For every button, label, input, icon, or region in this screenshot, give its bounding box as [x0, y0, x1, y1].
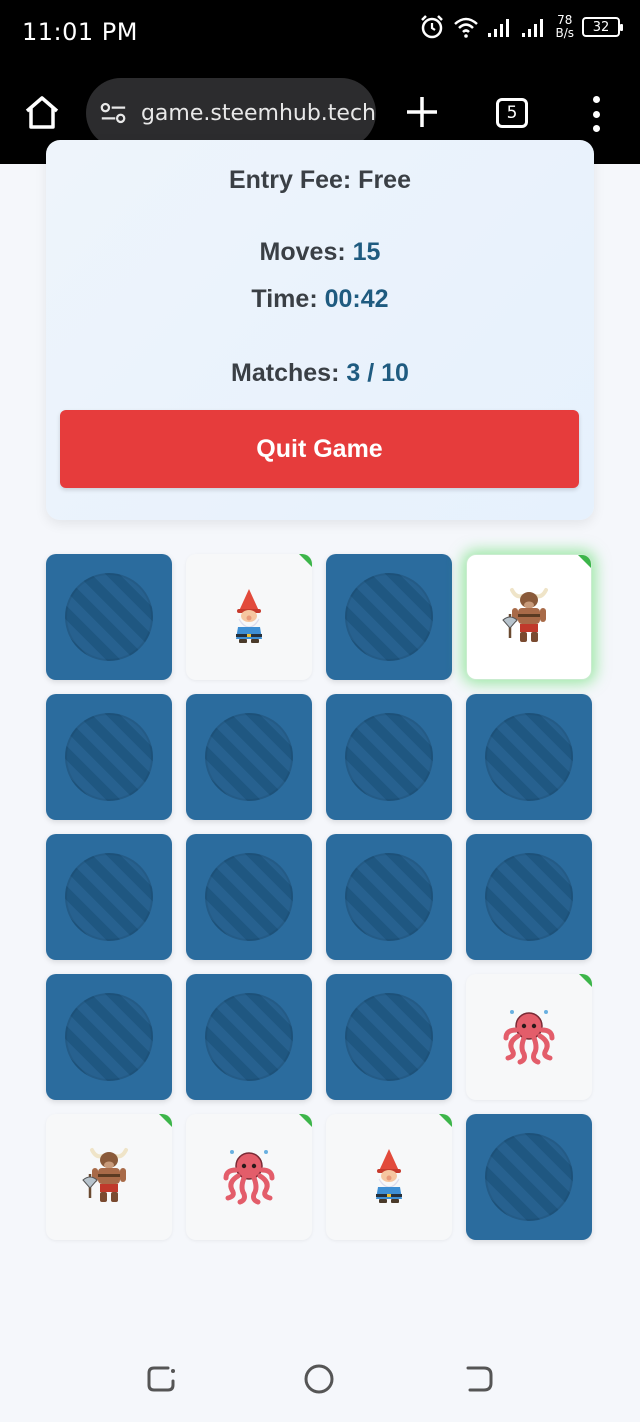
- card-back-pattern: [205, 993, 293, 1081]
- matches-label: Matches:: [231, 359, 340, 387]
- match-corner-marker: [159, 1114, 172, 1127]
- memory-card-hidden[interactable]: [326, 554, 452, 680]
- card-back-pattern: [345, 853, 433, 941]
- card-back-pattern: [485, 1133, 573, 1221]
- match-corner-marker: [578, 555, 591, 568]
- home-nav-icon[interactable]: [302, 1362, 336, 1396]
- memory-card-hidden[interactable]: [466, 834, 592, 960]
- site-settings-icon[interactable]: [100, 101, 127, 125]
- octopus-icon: [498, 1004, 560, 1071]
- matches-value: 3 / 10: [346, 359, 409, 387]
- game-info-card: Entry Fee: Free Moves: 15 Time: 00:42 Ma…: [46, 140, 594, 520]
- card-back-pattern: [65, 853, 153, 941]
- minotaur-icon: [78, 1144, 140, 1211]
- memory-card-hidden[interactable]: [186, 974, 312, 1100]
- memory-card-hidden[interactable]: [46, 694, 172, 820]
- home-button[interactable]: [22, 92, 62, 132]
- card-back-pattern: [205, 853, 293, 941]
- quit-game-button[interactable]: Quit Game: [60, 410, 579, 488]
- battery-level: 32: [592, 19, 610, 35]
- memory-card-hidden[interactable]: [186, 834, 312, 960]
- card-back-pattern: [65, 993, 153, 1081]
- minotaur-icon: [498, 584, 560, 651]
- home-icon: [25, 96, 59, 129]
- alarm-icon: [421, 15, 444, 39]
- memory-card-matched[interactable]: [46, 1114, 172, 1240]
- memory-card-matched[interactable]: [186, 1114, 312, 1240]
- match-corner-marker: [299, 554, 312, 567]
- back-nav-icon[interactable]: [462, 1362, 496, 1396]
- card-back-pattern: [65, 573, 153, 661]
- moves-value: 15: [352, 238, 381, 266]
- memory-card-hidden[interactable]: [46, 834, 172, 960]
- card-back-pattern: [345, 993, 433, 1081]
- system-nav-bar: [0, 1336, 640, 1422]
- octopus-icon: [218, 1144, 280, 1211]
- time-stat: Time: 00:42: [46, 285, 594, 314]
- time-label: Time:: [251, 285, 318, 313]
- more-menu-icon[interactable]: [584, 96, 608, 132]
- memory-card-flipped[interactable]: [466, 554, 592, 680]
- memory-card-hidden[interactable]: [466, 1114, 592, 1240]
- matches-stat: Matches: 3 / 10: [46, 359, 594, 388]
- card-back-pattern: [485, 853, 573, 941]
- moves-stat: Moves: 15: [46, 238, 594, 267]
- memory-card-matched[interactable]: [466, 974, 592, 1100]
- card-back-pattern: [205, 713, 293, 801]
- wifi-icon: [454, 17, 479, 38]
- address-bar[interactable]: game.steemhub.tech: [86, 78, 376, 148]
- match-corner-marker: [579, 974, 592, 987]
- status-time: 11:01 PM: [22, 18, 138, 46]
- tab-count: 5: [506, 103, 518, 123]
- memory-card-hidden[interactable]: [326, 834, 452, 960]
- card-back-pattern: [65, 713, 153, 801]
- status-bar: 11:01 PM 78 B/s 32: [0, 0, 640, 62]
- match-corner-marker: [299, 1114, 312, 1127]
- memory-card-hidden[interactable]: [466, 694, 592, 820]
- card-back-pattern: [345, 573, 433, 661]
- memory-card-hidden[interactable]: [46, 554, 172, 680]
- entry-fee: Entry Fee: Free: [228, 166, 411, 194]
- memory-card-matched[interactable]: [186, 554, 312, 680]
- gnome-icon: [219, 585, 279, 650]
- card-back-pattern: [485, 713, 573, 801]
- signal-icon-2: [522, 19, 544, 37]
- speed-unit: B/s: [555, 26, 574, 40]
- gnome-icon: [359, 1145, 419, 1210]
- recent-apps-icon[interactable]: [144, 1362, 178, 1396]
- memory-card-hidden[interactable]: [326, 974, 452, 1100]
- memory-card-grid: [46, 554, 594, 1240]
- memory-card-hidden[interactable]: [186, 694, 312, 820]
- memory-card-hidden[interactable]: [326, 694, 452, 820]
- match-corner-marker: [439, 1114, 452, 1127]
- network-speed: 78 B/s: [555, 14, 574, 40]
- status-icons: 78 B/s 32: [419, 14, 623, 40]
- moves-label: Moves:: [259, 238, 346, 266]
- battery-icon: 32: [582, 17, 623, 37]
- tab-switcher-button[interactable]: 5: [496, 98, 528, 128]
- time-value: 00:42: [324, 285, 389, 313]
- memory-card-hidden[interactable]: [46, 974, 172, 1100]
- card-back-pattern: [345, 713, 433, 801]
- memory-card-matched[interactable]: [326, 1114, 452, 1240]
- new-tab-icon[interactable]: [404, 94, 440, 130]
- url-text: game.steemhub.tech: [140, 100, 376, 126]
- signal-icon-1: [488, 19, 510, 37]
